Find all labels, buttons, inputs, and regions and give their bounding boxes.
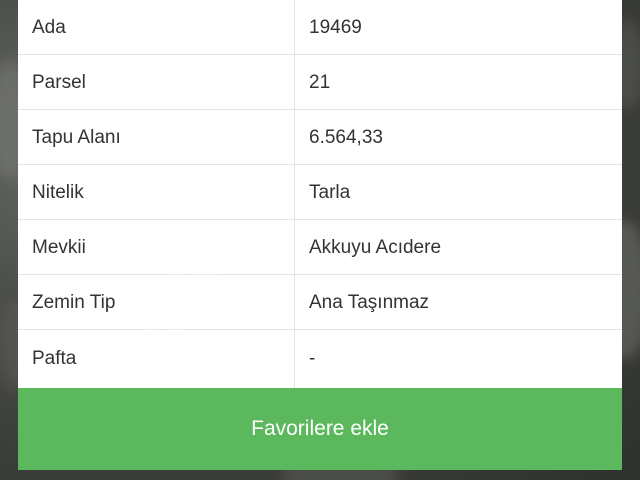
column-divider — [294, 55, 295, 109]
table-row-pafta: Pafta - — [18, 330, 622, 388]
row-value: - — [309, 348, 316, 369]
table-row-tapu-alani: Tapu Alanı 6.564,33 — [18, 110, 622, 165]
property-details-table: Ada 19469 Parsel 21 Tapu Alanı 6.564,33 … — [18, 0, 622, 388]
column-divider — [294, 275, 295, 329]
column-divider — [294, 165, 295, 219]
row-label: Nitelik — [32, 182, 84, 203]
row-value: 19469 — [309, 17, 362, 38]
row-value: Akkuyu Acıdere — [309, 237, 442, 258]
table-row-ada: Ada 19469 — [18, 0, 622, 55]
screen: Ada 19469 Parsel 21 Tapu Alanı 6.564,33 … — [0, 0, 640, 480]
row-value: Tarla — [309, 182, 351, 203]
row-value: 6.564,33 — [309, 127, 383, 148]
column-divider — [294, 220, 295, 274]
table-row-zemin-tip: Zemin Tip Ana Taşınmaz — [18, 275, 622, 330]
row-value: 21 — [309, 72, 331, 93]
table-row-parsel: Parsel 21 — [18, 55, 622, 110]
column-divider — [294, 110, 295, 164]
table-row-mevkii: Mevkii Akkuyu Acıdere — [18, 220, 622, 275]
row-label: Zemin Tip — [32, 292, 116, 313]
row-value: Ana Taşınmaz — [309, 292, 430, 313]
row-label: Tapu Alanı — [32, 127, 121, 148]
column-divider — [294, 330, 295, 388]
table-row-nitelik: Nitelik Tarla — [18, 165, 622, 220]
row-label: Pafta — [32, 348, 77, 369]
column-divider — [294, 0, 295, 54]
row-label: Parsel — [32, 72, 86, 93]
add-to-favorites-button[interactable]: Favorilere ekle — [18, 388, 622, 470]
row-label: Ada — [32, 17, 66, 38]
row-label: Mevkii — [32, 237, 86, 258]
